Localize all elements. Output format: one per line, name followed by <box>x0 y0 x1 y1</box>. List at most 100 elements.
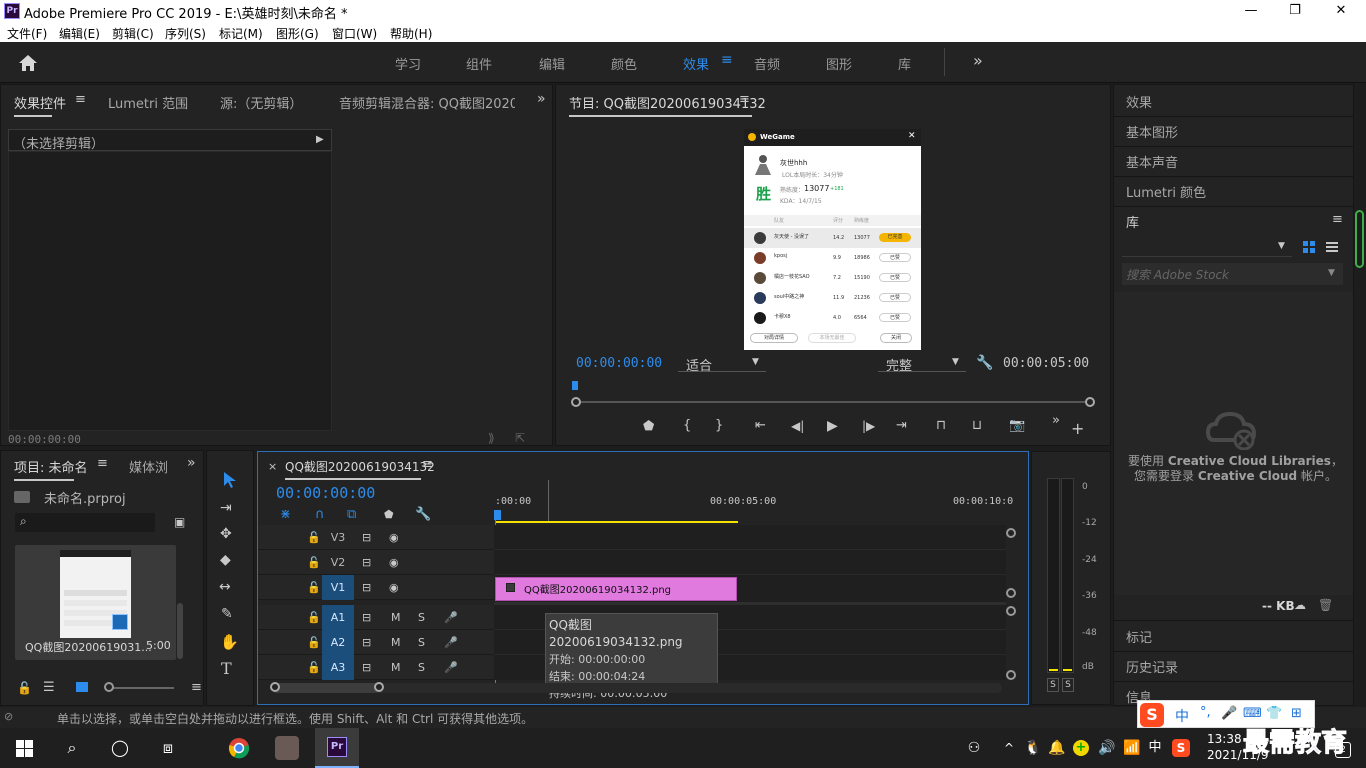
track-target-a3[interactable]: A3 <box>322 655 354 680</box>
menu-file[interactable]: 文件(F) <box>7 25 47 42</box>
slider-handle[interactable] <box>104 682 114 692</box>
sogou-tray-icon[interactable]: S <box>1172 739 1190 757</box>
workspace-overflow-icon[interactable]: » <box>973 51 983 70</box>
track-target-v3[interactable]: V3 <box>322 525 354 550</box>
stock-search-input[interactable]: 搜索 Adobe Stock ▼ <box>1122 263 1343 285</box>
sogou-logo-icon[interactable]: S <box>1140 703 1164 727</box>
workspace-color[interactable]: 颜色 <box>611 54 637 73</box>
timeline-clip[interactable]: QQ截图20200619034132.png <box>495 577 737 601</box>
type-tool-icon[interactable]: T <box>221 659 232 678</box>
razor-tool-icon[interactable]: ◆ <box>220 552 231 568</box>
clock-time[interactable]: 13:38 <box>1207 732 1242 746</box>
panel-menu-icon[interactable]: ≡ <box>75 92 86 107</box>
sequence-tab[interactable]: QQ截图20200619034132 <box>285 458 435 480</box>
panel-item-lumetri-color[interactable]: Lumetri 颜色 <box>1126 182 1206 201</box>
panel-overflow-icon[interactable]: » <box>537 91 546 107</box>
step-forward-icon[interactable]: |▶ <box>862 419 875 433</box>
snap-icon[interactable]: ∩ <box>315 507 325 522</box>
play-icon[interactable]: ▶ <box>827 418 838 434</box>
cortana-icon[interactable]: ◯ <box>108 736 132 760</box>
workspace-graphics[interactable]: 图形 <box>826 54 852 73</box>
thumbnail-size-slider[interactable] <box>108 687 174 689</box>
tab-lumetri-scopes[interactable]: Lumetri 范围 <box>108 93 188 112</box>
lock-icon[interactable]: 🔓 <box>307 556 321 569</box>
panel-item-essential-graphics[interactable]: 基本图形 <box>1126 122 1178 141</box>
track-select-tool-icon[interactable]: ⇥ <box>220 500 232 516</box>
panel-item-history[interactable]: 历史记录 <box>1126 657 1178 676</box>
meter-solo-left[interactable]: S <box>1047 678 1059 692</box>
workspace-editing[interactable]: 编辑 <box>539 54 565 73</box>
eye-icon[interactable]: ◉ <box>389 531 399 544</box>
track-target-v2[interactable]: V2 <box>322 550 354 575</box>
zoom-handle-left[interactable] <box>571 397 581 407</box>
cloud-sync-icon[interactable]: ☁ <box>1294 598 1306 612</box>
workspace-libraries[interactable]: 库 <box>898 54 911 73</box>
close-sequence-icon[interactable]: × <box>268 460 277 473</box>
close-button[interactable]: ✕ <box>1318 0 1364 22</box>
project-scrollbar[interactable] <box>177 603 183 659</box>
tab-effect-controls[interactable]: 效果控件 <box>14 93 66 117</box>
a-scroll-handle[interactable] <box>1006 606 1016 616</box>
workspace-effects[interactable]: 效果 <box>683 54 709 73</box>
tab-audio-clip-mixer[interactable]: 音频剪辑混合器: QQ截图20200 <box>339 93 515 112</box>
add-button-icon[interactable]: + <box>1071 419 1084 438</box>
microphone-icon[interactable]: 🎤 <box>444 611 458 624</box>
menu-graphics[interactable]: 图形(G) <box>276 25 319 42</box>
ime-skin-icon[interactable]: 👕 <box>1266 706 1282 721</box>
input-lang[interactable]: 中 <box>1143 736 1167 760</box>
panel-item-libraries[interactable]: 库 <box>1126 212 1139 231</box>
qq-icon[interactable]: 🐧 <box>1021 736 1045 760</box>
program-monitor-title[interactable]: 节目: QQ截图20200619034132 <box>569 93 766 117</box>
panel-item-markers[interactable]: 标记 <box>1126 627 1152 646</box>
menu-edit[interactable]: 编辑(E) <box>59 25 100 42</box>
ime-lang[interactable]: 中 <box>1175 706 1189 726</box>
project-search-input[interactable]: ⌕ <box>15 513 155 532</box>
eye-icon[interactable]: ◉ <box>389 581 399 594</box>
zoom-handle-right[interactable] <box>1085 397 1095 407</box>
menu-clip[interactable]: 剪辑(C) <box>112 25 154 42</box>
notification-bell-icon[interactable]: 🔔 <box>1045 736 1069 760</box>
lift-icon[interactable]: ⊓ <box>936 418 946 433</box>
menu-sequence[interactable]: 序列(S) <box>165 25 206 42</box>
snap-nest-icon[interactable]: ⋇ <box>280 507 291 522</box>
lock-icon[interactable]: 🔓 <box>307 611 321 624</box>
wrench-icon[interactable]: 🔧 <box>976 355 993 371</box>
solo-button[interactable]: S <box>418 661 425 674</box>
solo-button[interactable]: S <box>418 611 425 624</box>
expand-triangle-icon[interactable]: ▶ <box>316 134 324 145</box>
sync-lock-icon[interactable]: ⊟ <box>362 531 371 544</box>
zoom-handle-right[interactable] <box>374 682 384 692</box>
ime-voice-icon[interactable]: 🎤 <box>1221 706 1237 721</box>
library-dropdown[interactable]: ▼ <box>1122 237 1292 257</box>
ripple-edit-tool-icon[interactable]: ✥ <box>220 526 232 542</box>
tab-project[interactable]: 项目: 未命名 <box>14 457 88 481</box>
camera-icon[interactable]: 📷 <box>1009 418 1025 433</box>
timeline-playhead[interactable] <box>494 510 501 520</box>
project-menu-icon[interactable]: ≡ <box>97 456 108 471</box>
timeline-settings-icon[interactable]: 🔧 <box>415 507 431 522</box>
network-icon[interactable]: 📶 <box>1120 736 1144 760</box>
track-target-a1[interactable]: A1 <box>322 605 354 630</box>
microphone-icon[interactable]: 🎤 <box>444 636 458 649</box>
lock-icon[interactable]: 🔓 <box>17 681 32 695</box>
mark-out-icon[interactable]: } <box>715 418 723 433</box>
action-center-icon[interactable]: 2 <box>1335 742 1351 758</box>
tray-overflow-icon[interactable]: ^ <box>997 736 1021 760</box>
go-to-in-icon[interactable]: ⇤ <box>755 418 766 433</box>
volume-icon[interactable]: 🔊 <box>1095 736 1119 760</box>
program-playhead-timecode[interactable]: 00:00:00:00 <box>576 356 662 371</box>
ime-keyboard-icon[interactable]: ⌨ <box>1243 706 1262 721</box>
mute-button[interactable]: M <box>391 636 401 649</box>
track-target-a2[interactable]: A2 <box>322 630 354 655</box>
work-area-bar[interactable] <box>495 521 738 523</box>
v-scroll-handle[interactable] <box>1006 528 1016 538</box>
tab-media-browser[interactable]: 媒体浏 <box>129 457 167 476</box>
meter-solo-right[interactable]: S <box>1062 678 1074 692</box>
menu-window[interactable]: 窗口(W) <box>332 25 377 42</box>
selection-tool-icon[interactable] <box>223 471 237 489</box>
pen-tool-icon[interactable]: ✎ <box>221 606 233 622</box>
taskbar-search-icon[interactable]: ⌕ <box>60 736 84 760</box>
home-icon[interactable] <box>18 54 38 72</box>
sync-lock-icon[interactable]: ⊟ <box>362 581 371 594</box>
export-icon[interactable]: ⇱ <box>515 431 525 445</box>
